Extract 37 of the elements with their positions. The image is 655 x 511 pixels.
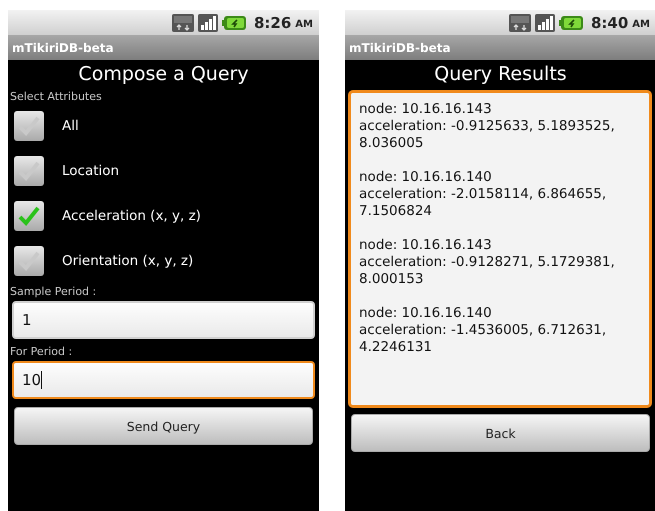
checkbox-label: Acceleration (x, y, z) <box>62 208 201 224</box>
node-address-text: node: 10.16.16.140 <box>359 169 493 186</box>
screen-heading: Compose a Query <box>77 62 250 87</box>
clock-time: 8:40 <box>590 14 628 32</box>
field-label: Sample Period : <box>9 285 98 298</box>
screen-heading: Query Results <box>433 62 568 87</box>
battery-icon <box>222 14 246 30</box>
node-address-text: node: 10.16.16.143 <box>359 101 493 118</box>
section-label: Select Attributes <box>9 90 103 103</box>
network-3g-icon <box>508 14 531 32</box>
acceleration-text: acceleration: -1.4536005, 6.712631, 4.2246131 <box>359 322 608 356</box>
acceleration-text: acceleration: -0.9125633, 5.1893525, 8.036005 <box>359 118 616 152</box>
clock-meridiem: AM <box>632 18 650 30</box>
clock-time: 8:26 <box>254 14 292 32</box>
checkbox-label: All <box>62 118 79 134</box>
battery-icon <box>558 14 583 30</box>
signal-icon <box>534 14 555 32</box>
node-address-text: node: 10.16.16.143 <box>359 237 493 254</box>
input-field[interactable]: 10 <box>12 361 315 399</box>
action-button[interactable]: Back <box>351 414 650 452</box>
checkbox[interactable] <box>14 246 44 276</box>
checkbox[interactable] <box>14 110 44 140</box>
checkbox[interactable] <box>14 200 44 230</box>
signal-icon <box>198 14 218 32</box>
field-label: For Period : <box>9 345 74 358</box>
acceleration-text: acceleration: -2.0158114, 6.864655, 7.1506824 <box>359 186 608 220</box>
input-field[interactable]: 1 <box>12 301 315 339</box>
action-button[interactable]: Send Query <box>14 407 313 445</box>
node-address-text: node: 10.16.16.140 <box>359 305 493 322</box>
network-3g-icon <box>172 14 194 32</box>
clock-meridiem: AM <box>295 18 313 30</box>
app-title: mTikiriDB-beta <box>12 40 114 54</box>
acceleration-text: acceleration: -0.9128271, 5.1729381, 8.000153 <box>359 254 616 288</box>
checkbox-label: Location <box>62 162 120 178</box>
checkbox[interactable] <box>14 156 44 186</box>
checkbox-label: Orientation (x, y, z) <box>62 252 194 268</box>
app-title: mTikiriDB-beta <box>349 40 451 54</box>
